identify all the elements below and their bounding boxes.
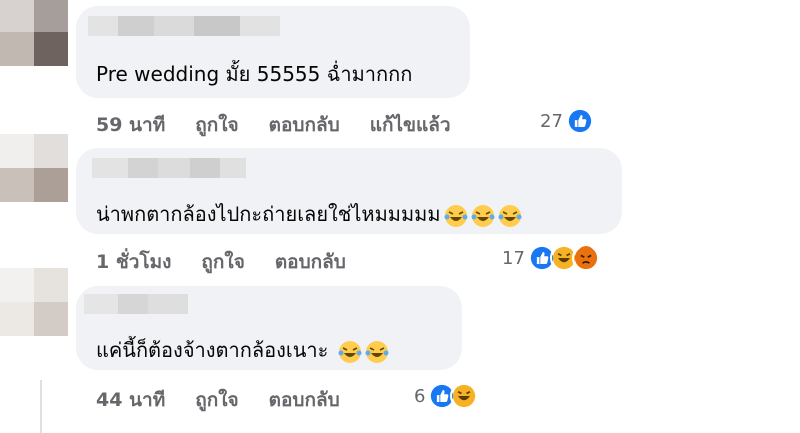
- avatar[interactable]: [0, 0, 68, 66]
- timestamp[interactable]: 59 นาที: [96, 110, 165, 140]
- laughing-tears-emoji: [338, 340, 362, 363]
- like-button[interactable]: ถูกใจ: [195, 110, 238, 140]
- commenter-name-blurred[interactable]: [88, 16, 280, 36]
- reply-button[interactable]: ตอบกลับ: [269, 110, 340, 140]
- timestamp[interactable]: 1 ชั่วโมง: [96, 247, 171, 277]
- reaction-summary[interactable]: 27: [540, 107, 594, 135]
- comment-actions: 1 ชั่วโมง ถูกใจ ตอบกลับ: [96, 247, 376, 277]
- laughing-tears-emoji: [444, 204, 468, 227]
- reply-button[interactable]: ตอบกลับ: [269, 385, 340, 415]
- commenter-name-blurred[interactable]: [92, 158, 246, 178]
- commenter-name-blurred[interactable]: [84, 294, 188, 314]
- reaction-count: 17: [502, 247, 525, 269]
- laughing-tears-emoji: [365, 340, 389, 363]
- comment-text: Pre wedding มั้ย 55555 ฉ่ำมากกก: [96, 62, 413, 86]
- laughing-tears-emoji: [471, 204, 495, 227]
- reply-thread-line: [40, 380, 42, 433]
- edited-label[interactable]: แก้ไขแล้ว: [370, 110, 451, 140]
- laughing-tears-emoji: [498, 204, 522, 227]
- like-button[interactable]: ถูกใจ: [201, 247, 244, 277]
- comment-text: แค่นี้ก็ต้องจ้างตากล้องเนาะ: [96, 334, 389, 366]
- haha-icon: [450, 382, 479, 410]
- timestamp[interactable]: 44 นาที: [96, 385, 165, 415]
- comment-text-body: น่าพกตากล้องไปกะถ่ายเลยใช่ไหมมมมม: [96, 202, 441, 226]
- reaction-summary[interactable]: 6: [414, 382, 479, 410]
- angry-icon: [571, 244, 600, 272]
- avatar[interactable]: [0, 268, 68, 336]
- avatar[interactable]: [0, 134, 68, 202]
- reaction-summary[interactable]: 17: [502, 244, 600, 272]
- like-button[interactable]: ถูกใจ: [195, 385, 238, 415]
- comment-text-body: แค่นี้ก็ต้องจ้างตากล้องเนาะ: [96, 338, 329, 362]
- reaction-count: 6: [414, 385, 426, 407]
- comment-actions: 44 นาที ถูกใจ ตอบกลับ: [96, 385, 370, 415]
- reaction-count: 27: [540, 110, 563, 132]
- like-icon: [565, 107, 594, 135]
- comment-text: น่าพกตากล้องไปกะถ่ายเลยใช่ไหมมมมม: [96, 198, 522, 230]
- reply-button[interactable]: ตอบกลับ: [275, 247, 346, 277]
- comment-actions: 59 นาที ถูกใจ ตอบกลับ แก้ไขแล้ว: [96, 110, 481, 140]
